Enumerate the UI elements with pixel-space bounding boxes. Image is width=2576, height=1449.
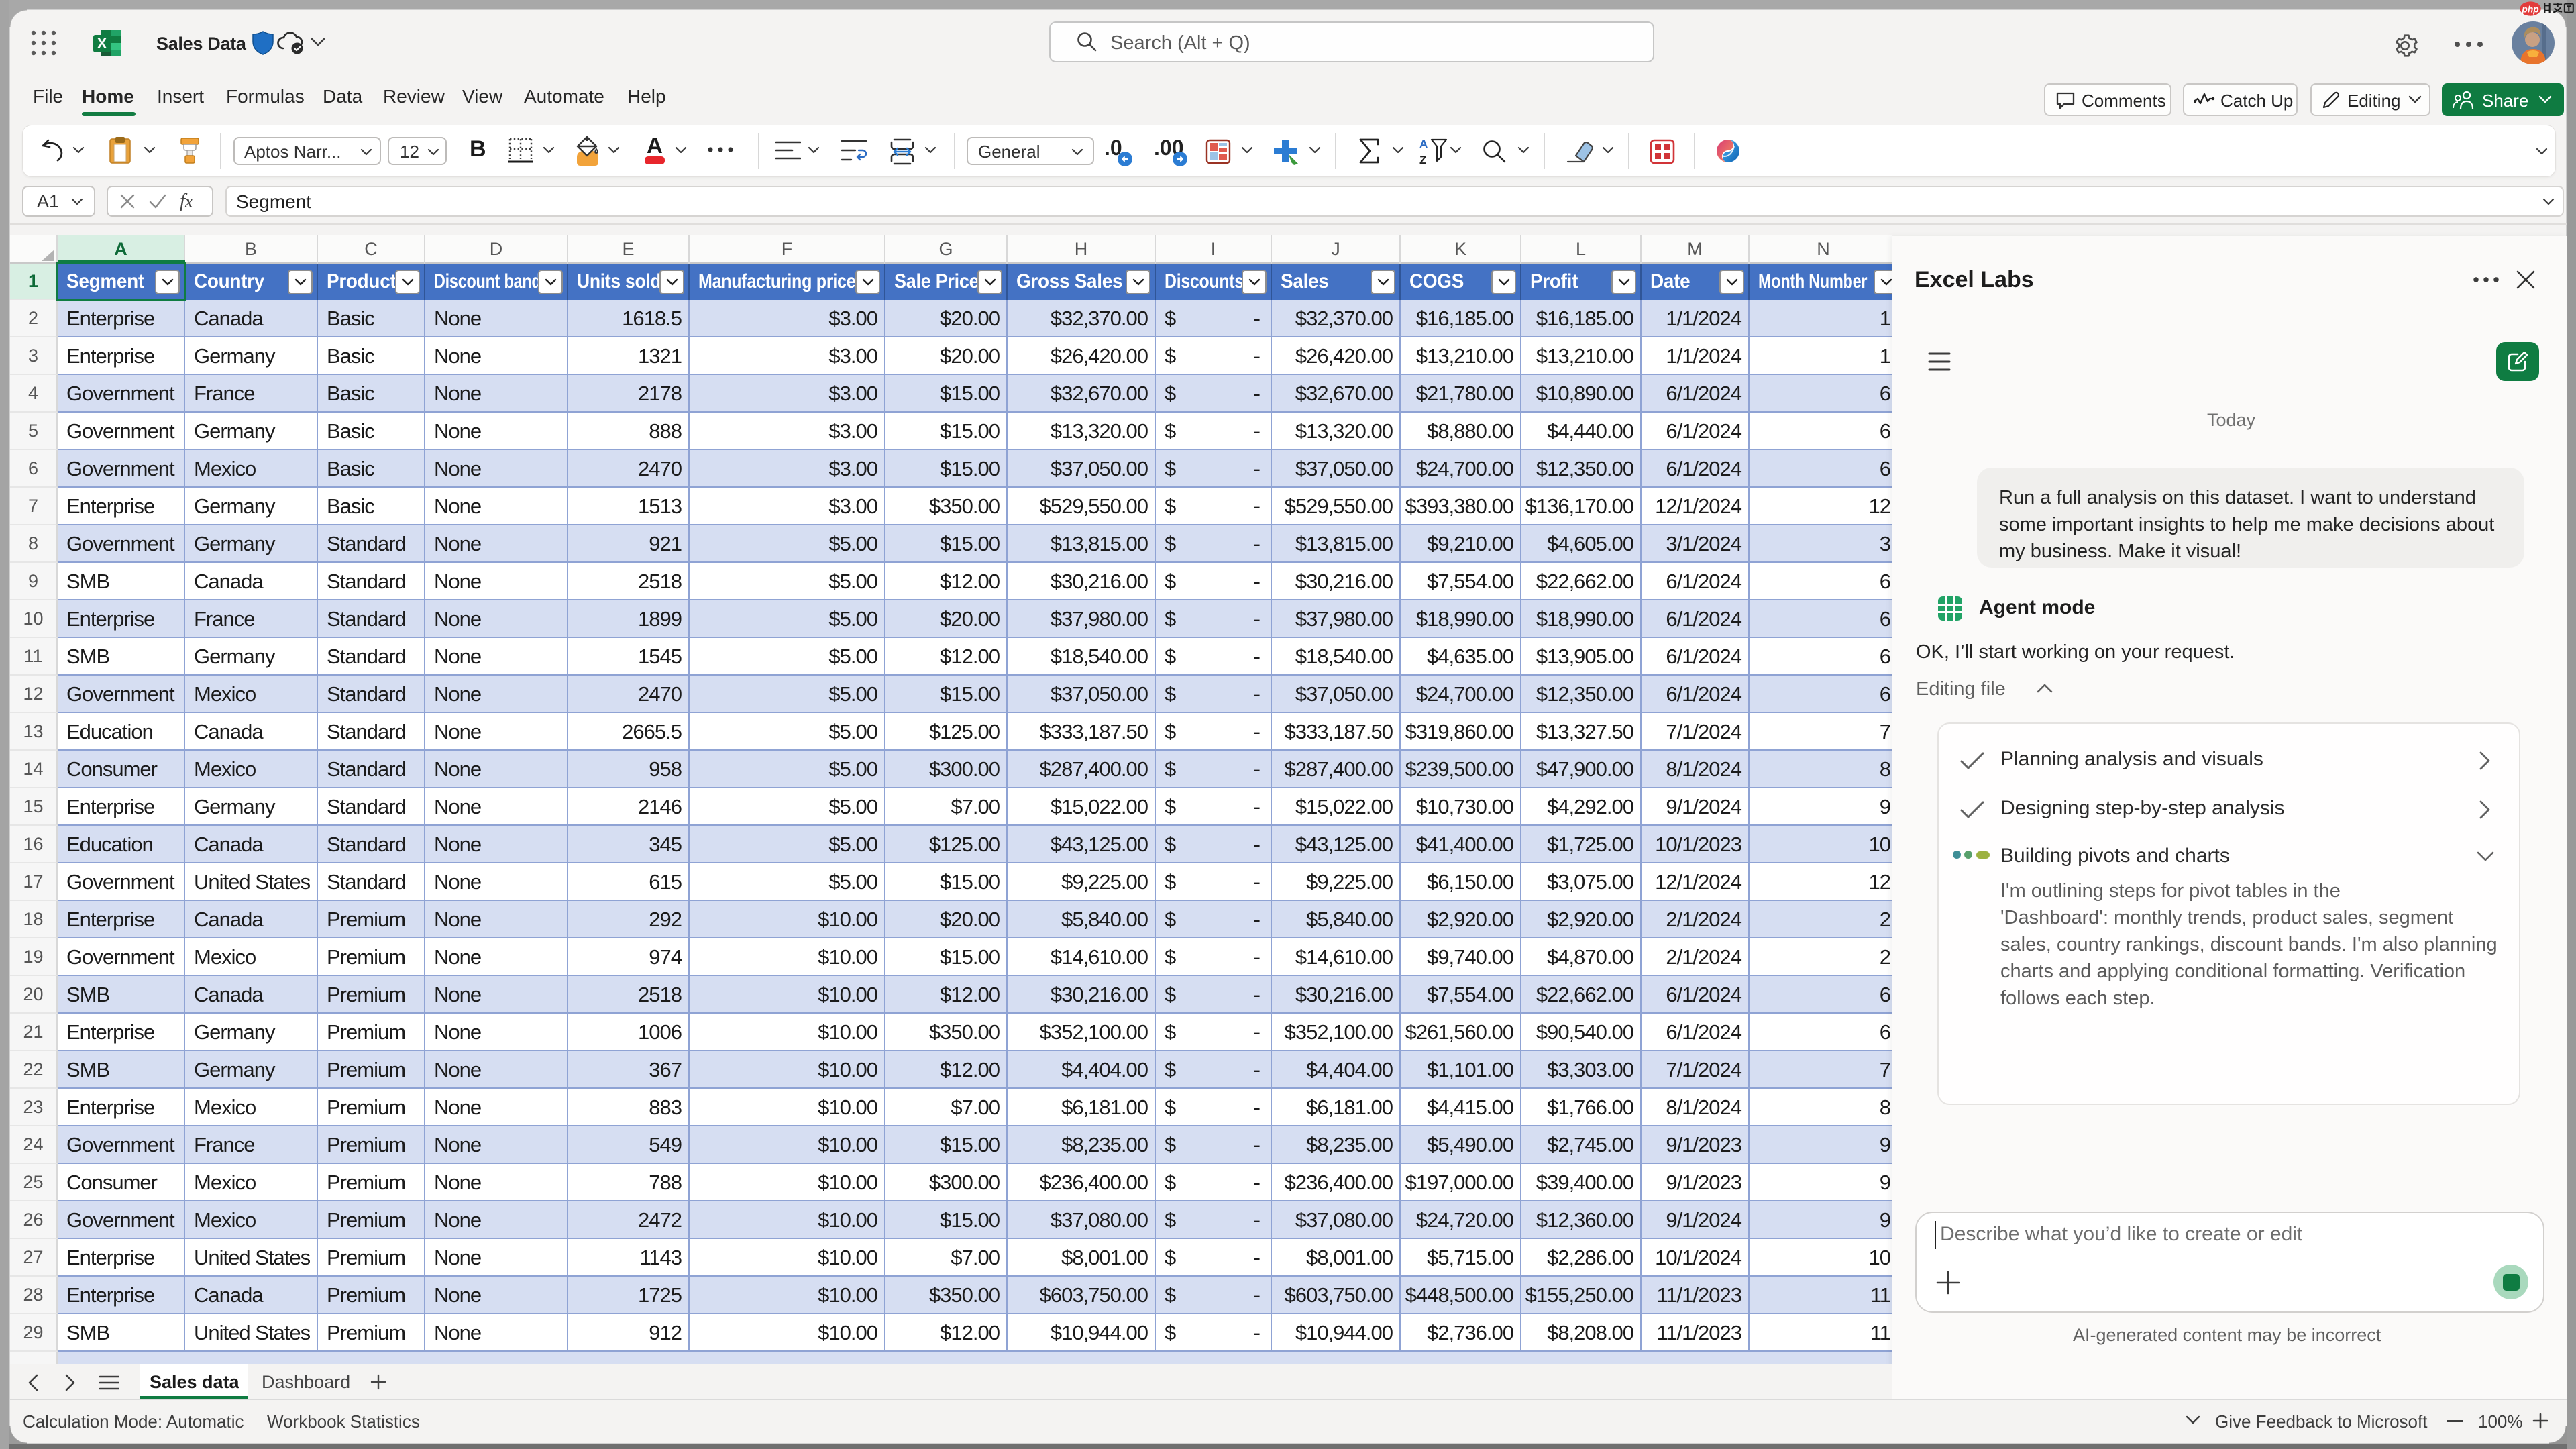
svg-text:Z: Z — [1419, 154, 1426, 166]
svg-text:A: A — [1419, 138, 1428, 150]
svg-text:php: php — [2521, 4, 2538, 15]
svg-text:X: X — [97, 35, 107, 52]
